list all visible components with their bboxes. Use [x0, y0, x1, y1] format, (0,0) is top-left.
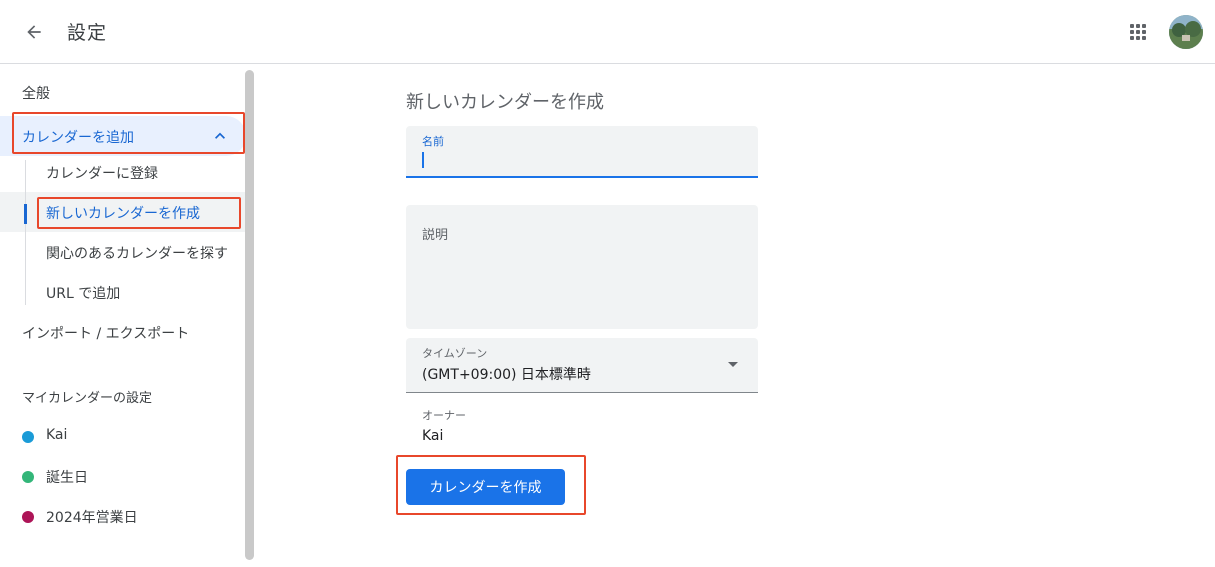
google-apps-button[interactable]: [1124, 18, 1152, 46]
my-calendars-heading: マイカレンダーの設定: [22, 391, 153, 406]
owner-label: オーナー: [422, 409, 466, 422]
chevron-up-icon: [215, 132, 225, 139]
timezone-label: タイムゾーン: [422, 347, 488, 360]
description-field-label: 説明: [422, 228, 449, 243]
sidebar-scrollbar[interactable]: [245, 70, 254, 560]
top-bar: 設定: [0, 0, 1215, 64]
sidebar-item-import-export[interactable]: インポート / エクスポート: [22, 323, 189, 343]
sidebar-item-browse-calendars[interactable]: 関心のあるカレンダーを探す: [46, 243, 228, 263]
settings-sidebar: 全般 カレンダーを追加 カレンダーに登録 新しいカレンダーを作成 関心のあるカレ…: [0, 64, 256, 567]
avatar-photo-icon: [1169, 15, 1203, 49]
sidebar-item-general[interactable]: 全般: [22, 83, 50, 103]
owner-value: Kai: [422, 428, 444, 444]
sidebar-item-create-calendar[interactable]: 新しいカレンダーを作成: [46, 203, 200, 223]
sidebar-calendar-birthdays[interactable]: 誕生日: [46, 467, 88, 487]
sidebar-item-add-calendar[interactable]: カレンダーを追加: [0, 116, 246, 156]
name-field-label: 名前: [422, 135, 444, 148]
sidebar-calendar-business-days[interactable]: 2024年営業日: [46, 507, 138, 527]
page-title: 設定: [67, 22, 108, 44]
create-calendar-button[interactable]: カレンダーを作成: [406, 469, 565, 505]
dropdown-arrow-icon: [728, 362, 738, 367]
submenu-guide-line: [25, 160, 26, 305]
sidebar-item-subscribe-calendar[interactable]: カレンダーに登録: [46, 163, 158, 183]
arrow-back-icon: [27, 25, 41, 39]
apps-grid-icon: [1130, 24, 1146, 40]
timezone-select[interactable]: タイムゾーン (GMT+09:00) 日本標準時: [406, 338, 758, 393]
description-field[interactable]: 説明: [406, 205, 758, 329]
text-cursor: [422, 152, 424, 168]
active-item-indicator: [24, 204, 27, 224]
back-button[interactable]: [18, 16, 50, 48]
timezone-value: (GMT+09:00) 日本標準時: [422, 367, 591, 383]
name-field[interactable]: 名前: [406, 126, 758, 178]
calendar-color-dot: [22, 471, 34, 483]
calendar-color-dot: [22, 431, 34, 443]
account-avatar[interactable]: [1169, 15, 1203, 49]
calendar-color-dot: [22, 511, 34, 523]
sidebar-calendar-kai[interactable]: Kai: [46, 427, 67, 443]
section-title: 新しいカレンダーを作成: [406, 92, 604, 113]
sidebar-item-label: カレンダーを追加: [22, 130, 134, 146]
sidebar-item-add-by-url[interactable]: URL で追加: [46, 283, 120, 303]
